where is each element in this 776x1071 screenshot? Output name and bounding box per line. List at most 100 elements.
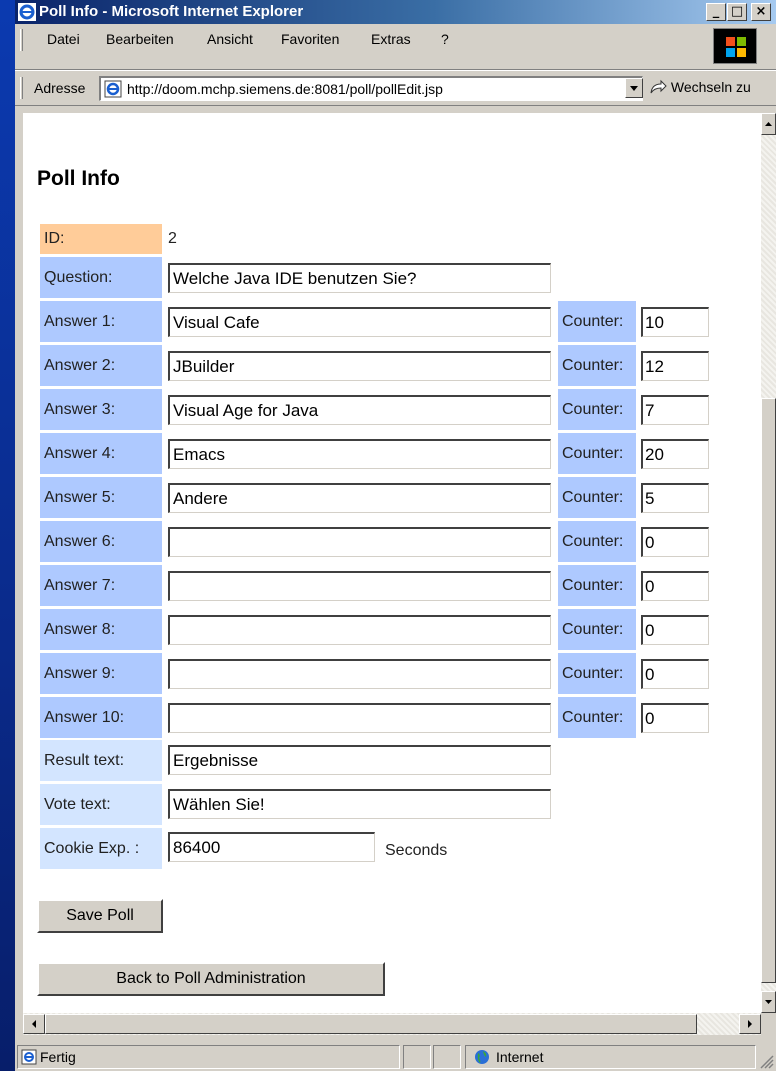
cookie-exp-label: Cookie Exp. : (40, 828, 162, 869)
status-zone-panel: Internet (465, 1045, 756, 1069)
status-panel-blank-1 (403, 1045, 431, 1069)
page-content: Poll Info ID: 2 Question: Welche Java ID… (23, 113, 761, 1013)
answer-1-counter-input[interactable]: 10 (641, 307, 709, 337)
answer-4-input[interactable]: Emacs (168, 439, 551, 469)
answer-2-label: Answer 2: (40, 345, 162, 386)
status-text: Fertig (40, 1049, 76, 1065)
arrow-left-icon (32, 1020, 36, 1028)
address-label: Adresse (34, 80, 86, 96)
answer-6-label: Answer 6: (40, 521, 162, 562)
answer-9-label: Answer 9: (40, 653, 162, 694)
back-to-poll-admin-button[interactable]: Back to Poll Administration (37, 962, 385, 996)
arrow-up-icon (765, 122, 772, 126)
answer-4-counter-input[interactable]: 20 (641, 439, 709, 469)
answer-3-input[interactable]: Visual Age for Java (168, 395, 551, 425)
answer-2-input[interactable]: JBuilder (168, 351, 551, 381)
save-poll-button[interactable]: Save Poll (37, 899, 163, 933)
resize-grip-icon[interactable] (760, 1055, 774, 1069)
vertical-scrollbar[interactable] (761, 113, 776, 1013)
question-input[interactable]: Welche Java IDE benutzen Sie? (168, 263, 551, 293)
answer-9-counter-label: Counter: (558, 653, 636, 694)
answer-3-counter-input[interactable]: 7 (641, 395, 709, 425)
go-label: Wechseln zu (670, 79, 751, 95)
menu-ansicht[interactable]: Ansicht (207, 31, 253, 47)
menu-extras[interactable]: Extras (371, 31, 411, 47)
globe-icon (475, 1050, 489, 1064)
window-title: Poll Info - Microsoft Internet Explorer (39, 3, 304, 20)
vote-text-input[interactable]: Wählen Sie! (168, 789, 551, 819)
menu-favoriten[interactable]: Favoriten (281, 31, 339, 47)
answer-3-label: Answer 3: (40, 389, 162, 430)
arrow-right-icon (748, 1020, 752, 1028)
maximize-button[interactable]: □ (727, 3, 747, 21)
answer-8-counter-input[interactable]: 0 (641, 615, 709, 645)
cookie-exp-input[interactable]: 86400 (168, 832, 375, 862)
answer-4-label: Answer 4: (40, 433, 162, 474)
answer-4-counter-label: Counter: (558, 433, 636, 474)
menu-datei[interactable]: Datei (47, 31, 80, 47)
vertical-scroll-thumb[interactable] (761, 398, 776, 983)
answer-1-label: Answer 1: (40, 301, 162, 342)
answer-5-counter-input[interactable]: 5 (641, 483, 709, 513)
menu-bar: Datei Bearbeiten Ansicht Favoriten Extra… (15, 24, 776, 70)
title-bar[interactable]: Poll Info - Microsoft Internet Explorer … (15, 0, 776, 24)
answer-9-input[interactable] (168, 659, 551, 689)
id-value: 2 (168, 230, 177, 247)
answer-1-input[interactable]: Visual Cafe (168, 307, 551, 337)
answer-7-input[interactable] (168, 571, 551, 601)
windows-flag-icon (726, 37, 746, 57)
answer-5-counter-label: Counter: (558, 477, 636, 518)
answer-10-counter-input[interactable]: 0 (641, 703, 709, 733)
scroll-left-button[interactable] (23, 1014, 45, 1034)
answer-8-input[interactable] (168, 615, 551, 645)
toolbar-grip[interactable] (20, 29, 23, 51)
menu-bearbeiten[interactable]: Bearbeiten (106, 31, 174, 47)
answer-6-input[interactable] (168, 527, 551, 557)
answer-1-counter-label: Counter: (558, 301, 636, 342)
cookie-unit: Seconds (385, 842, 448, 859)
scroll-right-button[interactable] (739, 1014, 761, 1034)
page-done-icon (21, 1049, 37, 1065)
answer-3-counter-label: Counter: (558, 389, 636, 430)
menu-help[interactable]: ? (441, 31, 449, 47)
scroll-up-button[interactable] (761, 113, 776, 135)
go-button[interactable]: Wechseln zu (649, 79, 751, 95)
horizontal-scrollbar[interactable] (23, 1013, 761, 1035)
answer-2-counter-input[interactable]: 12 (641, 351, 709, 381)
status-zone-text: Internet (496, 1049, 544, 1065)
minimize-button[interactable]: _ (706, 3, 726, 21)
arrow-down-icon (765, 1000, 772, 1004)
answer-9-counter-input[interactable]: 0 (641, 659, 709, 689)
vote-text-label: Vote text: (40, 784, 162, 825)
answer-10-input[interactable] (168, 703, 551, 733)
address-grip[interactable] (20, 77, 23, 99)
go-arrow-icon (650, 79, 667, 94)
answer-7-counter-input[interactable]: 0 (641, 571, 709, 601)
answer-2-counter-label: Counter: (558, 345, 636, 386)
windows-logo-throbber (713, 28, 757, 64)
address-input[interactable]: http://doom.mchp.siemens.de:8081/poll/po… (99, 76, 643, 101)
result-text-label: Result text: (40, 740, 162, 781)
address-url: http://doom.mchp.siemens.de:8081/poll/po… (127, 81, 443, 97)
close-button[interactable]: × (751, 3, 771, 21)
menu-row: Datei Bearbeiten Ansicht Favoriten Extra… (15, 24, 755, 55)
answer-10-counter-label: Counter: (558, 697, 636, 738)
answer-5-label: Answer 5: (40, 477, 162, 518)
answer-7-counter-label: Counter: (558, 565, 636, 606)
status-bar: Fertig Internet (15, 1043, 776, 1071)
result-text-input[interactable]: Ergebnisse (168, 745, 551, 775)
page-title: Poll Info (37, 167, 120, 190)
answer-6-counter-input[interactable]: 0 (641, 527, 709, 557)
answer-8-label: Answer 8: (40, 609, 162, 650)
address-dropdown-button[interactable] (625, 78, 643, 98)
status-text-panel: Fertig (17, 1045, 400, 1069)
scroll-down-button[interactable] (761, 991, 776, 1013)
answer-5-input[interactable]: Andere (168, 483, 551, 513)
answer-6-counter-label: Counter: (558, 521, 636, 562)
id-label: ID: (40, 224, 162, 254)
horizontal-scroll-thumb[interactable] (45, 1014, 697, 1034)
address-bar: Adresse http://doom.mchp.siemens.de:8081… (15, 70, 776, 106)
answer-7-label: Answer 7: (40, 565, 162, 606)
browser-window: Poll Info - Microsoft Internet Explorer … (15, 0, 776, 1071)
answer-10-label: Answer 10: (40, 697, 162, 738)
